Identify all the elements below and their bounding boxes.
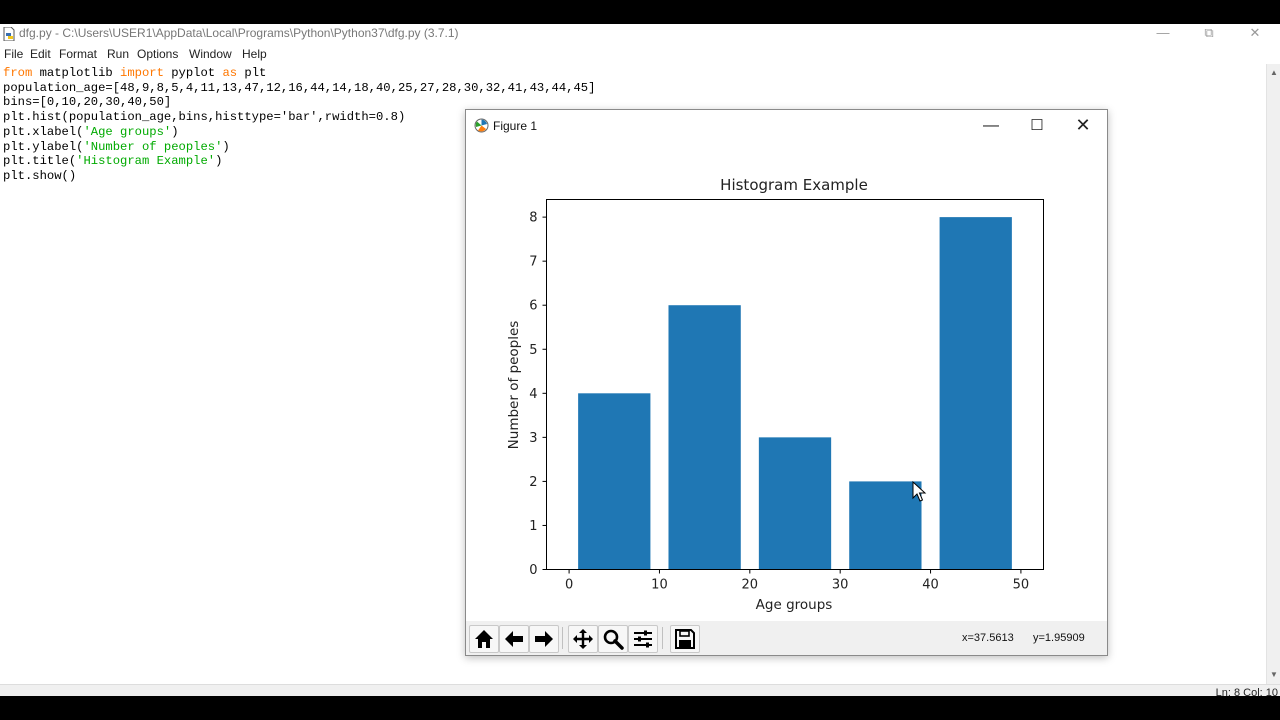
code-line-1: from matplotlib import pyplot as plt <box>3 66 267 80</box>
x-tick-label: 10 <box>651 578 668 593</box>
y-tick-label: 0 <box>529 563 537 578</box>
y-tick-label: 8 <box>529 211 537 226</box>
vertical-scrollbar[interactable]: ▲ ▼ <box>1266 64 1280 684</box>
idle-close-button[interactable]: ✕ <box>1232 24 1278 44</box>
histogram-bar <box>939 217 1012 570</box>
configure-subplots-button[interactable] <box>628 625 658 653</box>
menu-file[interactable]: File <box>4 47 23 61</box>
y-tick-label: 7 <box>529 255 537 270</box>
x-tick-label: 50 <box>1013 578 1030 593</box>
idle-title-bar: dfg.py - C:\Users\USER1\AppData\Local\Pr… <box>0 24 1280 44</box>
bottom-letterbox <box>0 696 1280 720</box>
code-line-2: population_age=[48,9,8,5,4,11,13,47,12,1… <box>3 80 596 95</box>
toolbar-separator <box>662 627 663 649</box>
y-tick-label: 2 <box>529 475 537 490</box>
figure-close-button[interactable]: ✕ <box>1060 110 1106 141</box>
x-tick-label: 20 <box>742 578 759 593</box>
idle-window-title: dfg.py - C:\Users\USER1\AppData\Local\Pr… <box>19 26 459 40</box>
figure-canvas[interactable]: Histogram Example 0 10 20 30 40 50 012345678 … <box>466 141 1107 621</box>
menu-bar: File Edit Format Run Options Window Help <box>0 44 1280 64</box>
y-tick-label: 3 <box>529 431 537 446</box>
save-icon <box>675 629 695 649</box>
figure-window-title: Figure 1 <box>493 119 538 133</box>
menu-options[interactable]: Options <box>137 47 178 61</box>
x-tick-label: 0 <box>565 578 573 593</box>
figure-window: Figure 1 — ☐ ✕ Histogram Example 0 10 20 30… <box>465 109 1108 656</box>
top-letterbox <box>0 0 1280 24</box>
menu-help[interactable]: Help <box>242 47 267 61</box>
y-tick-label: 6 <box>529 299 537 314</box>
histogram-chart[interactable]: Histogram Example 0 10 20 30 40 50 012345678 … <box>466 141 1107 621</box>
navigation-toolbar: x=37.5613 y=1.95909 <box>466 621 1107 655</box>
y-tick-label: 5 <box>529 343 537 358</box>
histogram-bar <box>668 305 741 570</box>
toolbar-separator <box>562 627 563 649</box>
home-icon <box>475 630 493 648</box>
menu-format[interactable]: Format <box>59 47 97 61</box>
idle-restore-button[interactable]: ⧉ <box>1186 24 1232 44</box>
scroll-up-icon[interactable]: ▲ <box>1270 68 1278 77</box>
pan-button[interactable] <box>568 625 598 653</box>
chart-title: Histogram Example <box>720 176 868 194</box>
back-button[interactable] <box>499 625 529 653</box>
python-file-icon <box>3 27 15 41</box>
figure-title-bar: Figure 1 — ☐ ✕ <box>466 110 1107 141</box>
idle-minimize-button[interactable]: — <box>1140 24 1186 44</box>
forward-arrow-icon <box>535 631 553 647</box>
x-tick-label: 40 <box>922 578 939 593</box>
menu-run[interactable]: Run <box>107 47 129 61</box>
histogram-bar <box>578 393 651 570</box>
histogram-bar <box>758 437 832 570</box>
pan-icon <box>573 629 593 649</box>
cursor-x-readout: x=37.5613 <box>962 632 1014 644</box>
x-axis-label: Age groups <box>756 597 833 613</box>
y-axis-label: Number of peoples <box>506 321 522 450</box>
histogram-bar <box>849 481 922 570</box>
y-tick-label: 4 <box>529 387 537 402</box>
back-arrow-icon <box>505 631 523 647</box>
forward-button[interactable] <box>529 625 559 653</box>
figure-maximize-button[interactable]: ☐ <box>1014 110 1060 141</box>
menu-window[interactable]: Window <box>189 47 232 61</box>
x-tick-label: 30 <box>832 578 849 593</box>
zoom-icon <box>603 629 624 650</box>
home-button[interactable] <box>469 625 499 653</box>
figure-minimize-button[interactable]: — <box>968 110 1014 141</box>
y-tick-label: 1 <box>529 519 537 534</box>
subplots-config-icon <box>634 630 652 648</box>
code-line-3: bins=[0,10,20,30,40,50] <box>3 95 172 110</box>
zoom-button[interactable] <box>598 625 628 653</box>
matplotlib-logo-icon <box>474 118 489 133</box>
cursor-y-readout: y=1.95909 <box>1033 632 1085 644</box>
scroll-down-icon[interactable]: ▼ <box>1270 670 1278 679</box>
menu-edit[interactable]: Edit <box>30 47 51 61</box>
save-button[interactable] <box>670 625 700 653</box>
